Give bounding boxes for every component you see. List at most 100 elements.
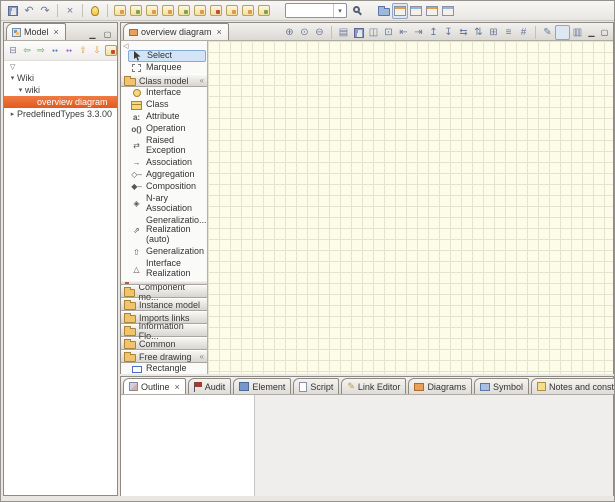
forward-button[interactable]: ⇨ [34, 43, 48, 59]
zoom-reset-button[interactable]: ⊙ [297, 25, 312, 40]
palette-tool-class[interactable]: Class [128, 99, 204, 111]
align-bottom-button[interactable]: ↧ [441, 25, 456, 40]
tab-script[interactable]: Script [293, 378, 339, 394]
grid-window-button[interactable] [440, 3, 456, 19]
new-element-button-7[interactable] [208, 3, 224, 19]
cut-button[interactable]: × [62, 3, 78, 19]
search-input[interactable] [286, 5, 333, 17]
expander-icon[interactable]: ▾ [8, 74, 17, 82]
tab-symbol[interactable]: Symbol [474, 378, 529, 394]
collapse-all-button[interactable]: ⊟ [6, 43, 20, 59]
close-icon[interactable]: × [217, 27, 222, 37]
move-up-button[interactable]: ⇧ [76, 43, 90, 59]
distribute-vertical-button[interactable]: ⇅ [471, 25, 486, 40]
new-element-button-10[interactable] [256, 3, 272, 19]
palette-tool-operation[interactable]: o() Operation [128, 123, 204, 135]
pin-icon[interactable]: « [200, 76, 204, 85]
new-element-button-8[interactable] [224, 3, 240, 19]
palette-section-information-flows[interactable]: Information Flo... [121, 324, 207, 337]
new-element-button-2[interactable] [128, 3, 144, 19]
tab-model[interactable]: Model × [6, 23, 66, 40]
palette-tool-raised-exception[interactable]: ⇄ Raised Exception [128, 135, 204, 157]
palette-tool-attribute[interactable]: a: Attribute [128, 111, 204, 123]
outline-content-pane[interactable] [121, 395, 255, 496]
palette-section-component-model[interactable]: Component mo... [121, 285, 207, 298]
back-button[interactable]: ⇦ [20, 43, 34, 59]
new-element-button-4[interactable] [160, 3, 176, 19]
open-folder-button[interactable] [376, 3, 392, 19]
snap-grid-button[interactable]: # [516, 25, 531, 40]
tree-item-wiki-package[interactable]: ▾ wiki [4, 84, 117, 96]
palette-tool-rectangle[interactable]: Rectangle [128, 363, 204, 374]
pin-icon[interactable]: « [200, 352, 204, 361]
zoom-out-button[interactable]: ⊖ [312, 25, 327, 40]
move-down-button[interactable]: ⇩ [90, 43, 104, 59]
save-image-button[interactable] [351, 25, 366, 40]
palette-tool-association[interactable]: → Association [128, 157, 204, 169]
print-button[interactable]: ▤ [336, 25, 351, 40]
search-button[interactable] [350, 3, 366, 19]
maximize-button[interactable]: ▢ [101, 28, 114, 40]
palette-collapse-button[interactable]: ◁ [123, 42, 128, 50]
tree-item-overview-diagram[interactable]: overview diagram [4, 96, 117, 108]
palette-tool-nary-association[interactable]: ◈ N-ary Association [128, 193, 204, 215]
palette-tool-marquee[interactable]: Marquee [128, 62, 204, 74]
palette-tool-interface-realization[interactable]: △ Interface Realization [128, 258, 204, 280]
chevron-down-icon[interactable]: ▾ [333, 4, 346, 17]
palette-tool-generalization-realization-auto[interactable]: ⇗ Generalizatio... Realization (auto) [128, 215, 204, 247]
clipped-toolbar-icon[interactable] [104, 43, 117, 59]
align-right-button[interactable]: ⇥ [411, 25, 426, 40]
close-icon[interactable]: × [175, 382, 180, 392]
minimize-button[interactable]: ▁ [86, 28, 99, 40]
redo-button[interactable]: ↷ [37, 3, 53, 19]
zoom-in-button[interactable]: ⊕ [282, 25, 297, 40]
palette-tool-composition[interactable]: ◆– Composition [128, 181, 204, 193]
tab-audit[interactable]: Audit [188, 378, 232, 394]
page-setup-button[interactable]: ▥ [570, 25, 585, 40]
search-combo[interactable]: ▾ [285, 3, 347, 18]
align-top-button[interactable]: ↥ [426, 25, 441, 40]
show-grid-toggle[interactable] [555, 25, 570, 40]
auto-layout-button[interactable]: ≡ [501, 25, 516, 40]
copy-image-button[interactable]: ◫ [366, 25, 381, 40]
tree-item-wiki-project[interactable]: ▾ Wiki [4, 72, 117, 84]
palette-section-class-model[interactable]: Class model « [121, 74, 207, 87]
tab-outline[interactable]: Outline × [123, 378, 186, 394]
maximize-button[interactable]: ▢ [598, 27, 611, 39]
save-button[interactable] [5, 3, 21, 19]
palette-tool-aggregation[interactable]: ◇– Aggregation [128, 169, 204, 181]
new-element-button-5[interactable] [176, 3, 192, 19]
tab-element[interactable]: Element [233, 378, 291, 394]
link-with-editor-toggle[interactable] [392, 3, 408, 19]
edit-mode-button[interactable]: ✎ [540, 25, 555, 40]
tab-notes-and-constraints[interactable]: Notes and constraints [531, 378, 615, 394]
tab-link-editor[interactable]: ✎ Link Editor [341, 378, 406, 394]
same-size-button[interactable]: ⊞ [486, 25, 501, 40]
palette-tool-interface[interactable]: Interface [128, 87, 204, 99]
new-element-button-3[interactable] [144, 3, 160, 19]
export-button[interactable] [424, 3, 440, 19]
palette-section-instance-model[interactable]: Instance model [121, 298, 207, 311]
align-left-button[interactable]: ⇤ [396, 25, 411, 40]
new-element-button-1[interactable] [112, 3, 128, 19]
partially-visible-section-header[interactable] [121, 280, 207, 285]
related-elements-button[interactable]: ●● [48, 43, 62, 59]
expander-icon[interactable]: ▸ [8, 110, 17, 118]
console-button[interactable] [408, 3, 424, 19]
distribute-horizontal-button[interactable]: ⇆ [456, 25, 471, 40]
audit-button[interactable] [87, 3, 103, 19]
fit-page-button[interactable]: ⊡ [381, 25, 396, 40]
tree-item-predefined-types[interactable]: ▸ PredefinedTypes 3.3.00 [4, 108, 117, 120]
new-element-button-6[interactable] [192, 3, 208, 19]
close-icon[interactable]: × [54, 27, 59, 37]
undo-button[interactable]: ↶ [21, 3, 37, 19]
view-menu-icon[interactable]: ▽ [10, 63, 15, 71]
palette-tool-select[interactable]: Select [128, 50, 206, 62]
minimize-button[interactable]: ▁ [585, 27, 598, 39]
linked-elements-button[interactable]: ●● [62, 43, 76, 59]
new-element-button-9[interactable] [240, 3, 256, 19]
expander-icon[interactable]: ▾ [16, 86, 25, 94]
palette-section-free-drawing[interactable]: Free drawing « [121, 350, 207, 363]
diagram-canvas[interactable] [208, 41, 613, 374]
tab-diagrams[interactable]: Diagrams [408, 378, 472, 394]
